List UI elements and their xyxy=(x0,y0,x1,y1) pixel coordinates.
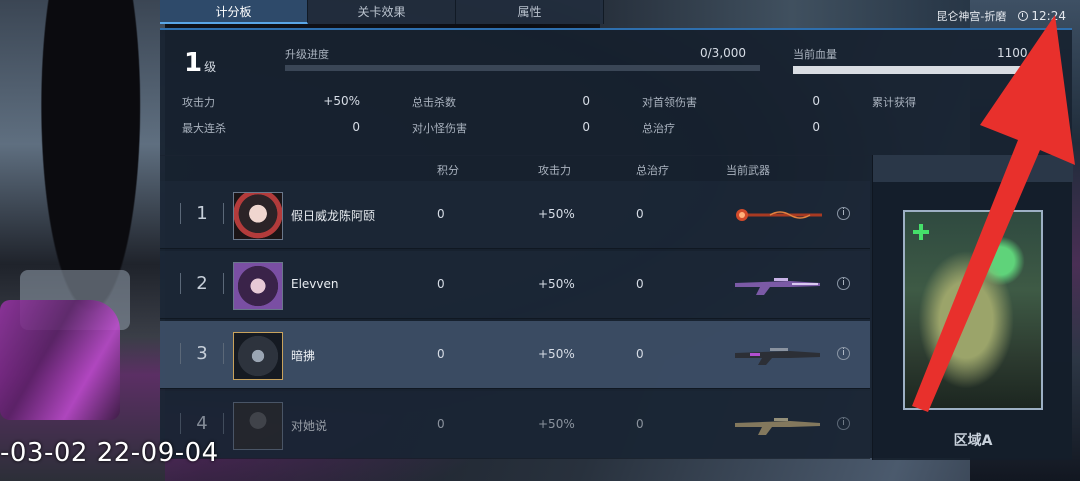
avatar xyxy=(233,332,283,380)
stat-total-kills-label: 总击杀数 xyxy=(412,96,456,109)
stat-boss-damage-label: 对首领伤害 xyxy=(642,96,697,109)
stat-total-heal-value: 0 xyxy=(812,120,820,134)
header-heal: 总治疗 xyxy=(636,164,669,177)
avatar xyxy=(233,262,283,310)
stat-max-streak-value: 0 xyxy=(352,120,360,134)
hp-fill xyxy=(793,66,1048,74)
score-value: 0 xyxy=(437,347,445,361)
tab-bar: 计分板 关卡效果 属性 xyxy=(160,0,604,26)
stat-minion-damage-value: 0 xyxy=(582,120,590,134)
stat-attack-label: 攻击力 xyxy=(182,96,215,109)
recording-timestamp: -03-02 22-09-04 xyxy=(0,438,219,468)
player-row[interactable]: 4 对她说 0 +50% 0 i xyxy=(160,391,870,459)
green-cross-icon xyxy=(913,224,929,240)
clock-time: 12:24 xyxy=(1031,9,1066,23)
stat-boss-damage-value: 0 xyxy=(812,94,820,108)
rank-number: 3 xyxy=(180,343,224,364)
player-name: 对她说 xyxy=(291,419,328,433)
stat-total-heal-label: 总治疗 xyxy=(642,122,675,135)
score-value: 0 xyxy=(437,207,445,221)
weapon-staff-icon xyxy=(736,209,822,221)
heal-value: 0 xyxy=(636,207,644,221)
player-name: Elevven xyxy=(291,277,339,291)
weapon-rifle-dark-icon xyxy=(735,348,820,365)
rank-number: 4 xyxy=(180,413,224,434)
level-unit: 级 xyxy=(204,60,217,74)
player-row-selected[interactable]: 3 暗拂 0 +50% 0 i xyxy=(160,321,870,389)
stat-minion-damage-label: 对小怪伤害 xyxy=(412,122,467,135)
stat-accumulated-label: 累计获得 xyxy=(872,96,916,109)
header-attack: 攻击力 xyxy=(538,164,571,177)
top-status: 昆仑神宫-折磨 12:24 xyxy=(936,8,1066,24)
upgrade-progress-label: 升级进度 xyxy=(285,48,329,61)
attack-value: +50% xyxy=(538,347,575,361)
weapon-rifle-gold-icon xyxy=(735,418,820,435)
clock-icon xyxy=(1018,11,1029,21)
hp-bar xyxy=(793,66,1048,74)
hp-label: 当前血量 xyxy=(793,48,837,61)
zone-card-panel: 区域A xyxy=(872,155,1073,460)
rank-number: 1 xyxy=(180,203,224,224)
heal-value: 0 xyxy=(636,347,644,361)
heal-value: 0 xyxy=(636,277,644,291)
stat-total-kills-value: 0 xyxy=(582,94,590,108)
avatar xyxy=(233,402,283,450)
score-value: 0 xyxy=(437,417,445,431)
info-icon[interactable]: i xyxy=(837,347,850,360)
header-score: 积分 xyxy=(437,164,459,177)
score-value: 0 xyxy=(437,277,445,291)
info-icon[interactable]: i xyxy=(837,417,850,430)
upgrade-progress-bar xyxy=(285,65,760,71)
scoreboard-panel: 1级 升级进度 0/3,000 当前血量 1100 攻击力 +50% 最大连杀 … xyxy=(160,28,1073,460)
background-left xyxy=(0,0,165,481)
hp-value: 1100 xyxy=(997,46,1028,60)
info-icon[interactable]: i xyxy=(837,207,850,220)
attack-value: +50% xyxy=(538,207,575,221)
player-row[interactable]: 2 Elevven 0 +50% 0 i xyxy=(160,251,870,319)
stat-max-streak-label: 最大连杀 xyxy=(182,122,226,135)
location-label: 昆仑神宫-折磨 xyxy=(936,10,1007,23)
upgrade-progress-value: 0/3,000 xyxy=(700,46,747,60)
background-purple-shape xyxy=(0,300,120,420)
zone-card-image[interactable] xyxy=(903,210,1043,410)
avatar xyxy=(233,192,283,240)
player-level: 1级 xyxy=(184,48,216,78)
stat-attack-value: +50% xyxy=(323,94,360,108)
header-weapon: 当前武器 xyxy=(726,164,770,177)
player-name: 假日威龙陈阿颐 xyxy=(291,209,376,223)
clock: 12:24 xyxy=(1018,9,1066,23)
weapon-rifle-purple-icon xyxy=(735,278,820,295)
tab-scoreboard[interactable]: 计分板 xyxy=(160,0,308,24)
zone-card-header xyxy=(873,155,1073,182)
player-name: 暗拂 xyxy=(291,349,316,363)
player-row[interactable]: 1 假日威龙陈阿颐 0 +50% 0 i xyxy=(160,181,870,249)
rank-number: 2 xyxy=(180,273,224,294)
attack-value: +50% xyxy=(538,417,575,431)
tab-stage-effects[interactable]: 关卡效果 xyxy=(308,0,456,24)
attack-value: +50% xyxy=(538,277,575,291)
info-icon[interactable]: i xyxy=(837,277,850,290)
heal-value: 0 xyxy=(636,417,644,431)
level-number: 1 xyxy=(184,48,203,78)
tab-attributes[interactable]: 属性 xyxy=(456,0,604,24)
zone-card-label: 区域A xyxy=(953,433,993,449)
